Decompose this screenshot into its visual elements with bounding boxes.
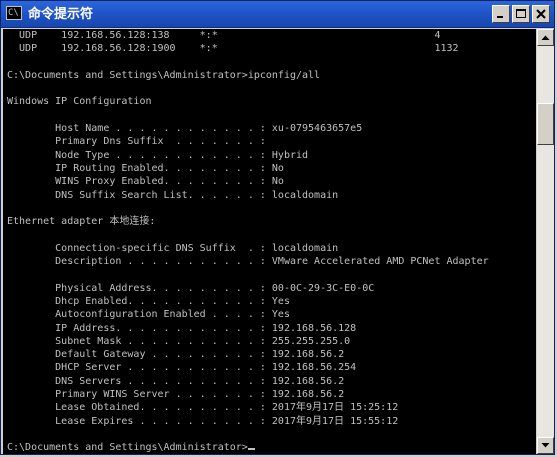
maximize-button[interactable]: [512, 5, 530, 23]
console-line: UDP 192.168.56.128:1900 *:* 1132: [7, 43, 459, 55]
console-line: Primary WINS Server . . . . . . . : 192.…: [7, 389, 345, 401]
console-line: Connection-specific DNS Suffix . : local…: [7, 242, 339, 254]
console-line: UDP 192.168.56.128:138 *:* 4: [7, 30, 441, 41]
window-title: 命令提示符: [28, 6, 94, 21]
close-icon: [536, 9, 546, 19]
console-line: IP Routing Enabled. . . . . . . . : No: [7, 162, 284, 174]
text-cursor: [247, 448, 255, 451]
console-lines: UDP 192.168.56.128:138 *:* 4 UDP 192.168…: [7, 29, 536, 454]
console-line: Primary Dns Suffix . . . . . . . :: [7, 136, 266, 148]
close-button[interactable]: [532, 5, 550, 23]
minimize-button[interactable]: [492, 5, 510, 23]
console-line: Node Type . . . . . . . . . . . . : Hybr…: [7, 149, 309, 161]
console-icon-glyph: C\: [8, 8, 19, 18]
console-line: DHCP Server . . . . . . . . . . . : 192.…: [7, 362, 357, 374]
scroll-up-button[interactable]: [537, 29, 554, 46]
console-icon[interactable]: C\: [6, 6, 22, 20]
console-line: DNS Suffix Search List. . . . . . : loca…: [7, 189, 339, 201]
console-line: IP Address. . . . . . . . . . . . : 192.…: [7, 322, 357, 334]
maximize-icon: [516, 9, 526, 18]
minimize-icon: [497, 16, 503, 18]
title-bar[interactable]: C\ 命令提示符: [1, 1, 554, 28]
scroll-down-arrow-icon: [541, 443, 550, 448]
console-line: DNS Servers . . . . . . . . . . . : 192.…: [7, 375, 345, 387]
console-line: C:\Documents and Settings\Administrator>…: [7, 69, 321, 81]
command-prompt-window[interactable]: C\ 命令提示符 UDP 192.168.56.128:138 *:* 4 UD…: [0, 0, 555, 455]
vertical-scrollbar[interactable]: [537, 29, 554, 454]
console-line: Dhcp Enabled. . . . . . . . . . . : Yes: [7, 295, 290, 307]
console-line: Windows IP Configuration: [7, 96, 152, 108]
console-line: Subnet Mask . . . . . . . . . . . : 255.…: [7, 335, 351, 347]
console-line: Ethernet adapter 本地连接:: [7, 216, 156, 228]
console-line: Host Name . . . . . . . . . . . . : xu-0…: [7, 123, 363, 135]
console-line: Description . . . . . . . . . . . : VMwa…: [7, 256, 489, 268]
console-output[interactable]: UDP 192.168.56.128:138 *:* 4 UDP 192.168…: [3, 29, 536, 454]
console-line: Lease Obtained. . . . . . . . . . : 2017…: [7, 402, 399, 414]
scroll-down-button[interactable]: [537, 437, 554, 454]
console-line: C:\Documents and Settings\Administrator>: [7, 441, 536, 454]
console-line: Autoconfiguration Enabled . . . . : Yes: [7, 309, 290, 321]
console-line: WINS Proxy Enabled. . . . . . . . : No: [7, 176, 284, 188]
scroll-up-arrow-icon: [541, 35, 550, 40]
console-line: Lease Expires . . . . . . . . . . : 2017…: [7, 415, 399, 427]
console-line: Default Gateway . . . . . . . . . : 192.…: [7, 349, 345, 361]
scroll-thumb[interactable]: [537, 103, 554, 145]
console-line: Physical Address. . . . . . . . . : 00-0…: [7, 282, 375, 294]
